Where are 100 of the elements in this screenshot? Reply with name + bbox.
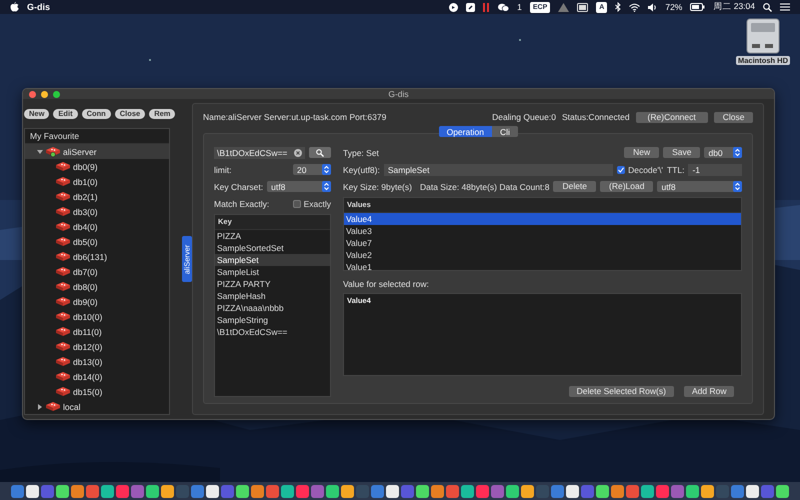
tree-item[interactable]: db11(0) — [73, 326, 102, 336]
app-icon[interactable] — [701, 484, 714, 498]
disclosure-triangle-icon[interactable] — [37, 148, 43, 154]
app-icon[interactable] — [566, 484, 579, 498]
key-row[interactable]: SampleSet — [215, 254, 330, 266]
app-icon[interactable] — [161, 484, 174, 498]
battery-icon[interactable] — [690, 3, 706, 11]
app-icon[interactable] — [686, 484, 699, 498]
value-row[interactable]: Value1 — [344, 261, 742, 273]
row-action-button[interactable]: Delete Selected Row(s) — [568, 386, 674, 397]
chat-icon[interactable] — [498, 2, 510, 12]
value-row[interactable]: Value3 — [344, 225, 742, 237]
header-button[interactable]: (Re)Connect — [636, 112, 708, 122]
key-field[interactable]: SampleSet — [384, 164, 614, 176]
tree-item[interactable]: db15(0) — [73, 386, 102, 396]
tree-item[interactable]: db9(0) — [73, 296, 98, 306]
tree-item[interactable]: db14(0) — [73, 372, 102, 382]
tree-item[interactable]: db2(1) — [73, 192, 98, 202]
value-row[interactable]: Value7 — [344, 237, 742, 249]
bluetooth-icon[interactable] — [615, 2, 622, 12]
tree-item[interactable]: db0(9) — [73, 162, 98, 172]
app-icon[interactable] — [506, 484, 519, 498]
tree-item[interactable]: db8(0) — [73, 282, 98, 292]
search-icon[interactable] — [763, 2, 772, 12]
key-row[interactable]: \B1tDOxEdCSw== — [215, 326, 330, 338]
value-row[interactable]: Value4 — [344, 213, 742, 225]
app-icon[interactable] — [281, 484, 294, 498]
app-icon[interactable] — [386, 484, 399, 498]
tree-item[interactable]: db7(0) — [73, 266, 98, 276]
search-field[interactable]: \B1tDOxEdCSw== — [214, 146, 305, 158]
key-row[interactable]: PIZZA\naaa\nbbb — [215, 302, 330, 314]
tree-item[interactable]: db12(0) — [73, 342, 102, 352]
wifi-icon[interactable] — [629, 2, 640, 12]
app-icon[interactable] — [326, 484, 339, 498]
charset-dropdown[interactable]: utf8 — [657, 181, 742, 192]
row-action-button[interactable]: Add Row — [684, 386, 734, 397]
action-button[interactable]: New — [624, 147, 660, 158]
header-button[interactable]: Close — [714, 112, 754, 122]
list-icon[interactable] — [780, 3, 790, 11]
key-row[interactable]: PIZZA — [215, 230, 330, 242]
app-icon[interactable] — [596, 484, 609, 498]
app-icon[interactable] — [146, 484, 159, 498]
status-square-icon[interactable] — [466, 2, 476, 12]
tab[interactable]: Cli — [492, 126, 518, 137]
app-icon[interactable] — [341, 484, 354, 498]
app-icon[interactable] — [101, 484, 114, 498]
checkbox[interactable] — [617, 166, 626, 174]
app-icon[interactable] — [746, 484, 759, 498]
minimize-button[interactable] — [41, 91, 48, 98]
pause-icon[interactable] — [483, 2, 490, 12]
tree-item[interactable]: db13(0) — [73, 356, 102, 366]
tree-item[interactable]: db3(0) — [73, 206, 98, 216]
db-dropdown[interactable]: db0 — [704, 147, 742, 158]
app-icon[interactable] — [776, 484, 789, 498]
menu-clock[interactable]: 周二 23:04 — [713, 1, 755, 13]
key-row[interactable]: SampleString — [215, 314, 330, 326]
apple-logo-icon[interactable] — [10, 2, 19, 12]
app-icon[interactable] — [461, 484, 474, 498]
tab[interactable]: Operation — [438, 126, 492, 137]
tree-item[interactable]: db6(131) — [73, 252, 108, 262]
search-button[interactable] — [309, 147, 331, 158]
tree-item[interactable]: db5(0) — [73, 236, 98, 246]
field-label: Key(utf8): — [343, 164, 380, 174]
app-menu[interactable]: G-dis — [27, 2, 50, 12]
tree-item[interactable]: db10(0) — [73, 312, 102, 322]
mountain-icon[interactable] — [558, 2, 570, 12]
app-icon[interactable] — [206, 484, 219, 498]
tree-item[interactable]: db1(0) — [73, 176, 98, 186]
action-button[interactable]: Save — [663, 147, 700, 158]
tree-item[interactable]: aliServer — [63, 146, 97, 156]
clear-icon[interactable] — [294, 148, 302, 156]
tree-item[interactable]: db4(0) — [73, 222, 98, 232]
app-icon[interactable] — [641, 484, 654, 498]
hard-drive-icon[interactable] — [746, 18, 780, 54]
tree-item[interactable]: local — [63, 402, 80, 412]
display-icon[interactable] — [577, 2, 588, 12]
decode-checkbox[interactable]: Decode'\' — [617, 164, 663, 174]
charset-dropdown[interactable]: utf8 — [267, 181, 331, 192]
volume-icon[interactable] — [648, 2, 658, 12]
action-button[interactable]: Delete — [553, 181, 596, 192]
key-row[interactable]: SampleHash — [215, 290, 330, 302]
checkbox[interactable] — [292, 200, 301, 208]
status-circle-icon[interactable] — [449, 2, 458, 12]
close-button[interactable] — [29, 91, 36, 98]
app-icon[interactable] — [416, 484, 429, 498]
action-button[interactable]: (Re)Load — [600, 181, 654, 192]
disclosure-triangle-icon[interactable] — [37, 404, 43, 410]
value-row[interactable]: Value2 — [344, 249, 742, 261]
limit-stepper[interactable]: 20 — [293, 164, 331, 175]
app-icon[interactable] — [236, 484, 249, 498]
app-icon[interactable] — [521, 484, 534, 498]
key-row[interactable]: SampleList — [215, 266, 330, 278]
ttl-field[interactable]: -1 — [688, 164, 742, 176]
key-row[interactable]: PIZZA PARTY — [215, 278, 330, 290]
app-icon[interactable] — [26, 484, 39, 498]
app-icon[interactable] — [56, 484, 69, 498]
zoom-button[interactable] — [53, 91, 60, 98]
app-icon[interactable] — [71, 484, 84, 498]
key-row[interactable]: SampleSortedSet — [215, 242, 330, 254]
exactly-checkbox[interactable]: Exactly — [292, 198, 331, 208]
